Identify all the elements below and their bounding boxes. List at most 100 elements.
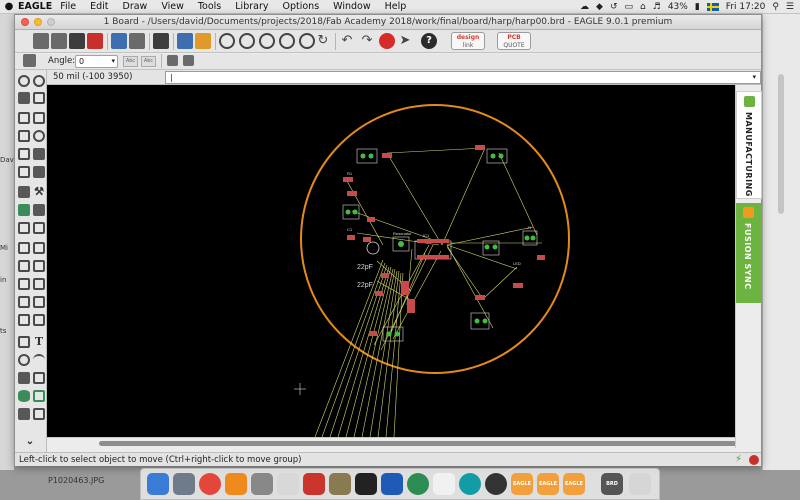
open-file-button[interactable] (33, 33, 49, 49)
move-icon[interactable] (18, 112, 30, 124)
menu-window[interactable]: Window (333, 1, 370, 12)
print-button[interactable] (69, 33, 85, 49)
horizontal-scrollbar[interactable] (47, 437, 751, 448)
fusion-sync-tab[interactable]: FUSION SYNC (736, 203, 762, 303)
move-group-icon[interactable] (167, 55, 178, 66)
fill-rectangle-icon[interactable] (18, 372, 30, 384)
lock-icon[interactable] (18, 222, 30, 234)
angle-select[interactable]: 0 ▾ (75, 55, 118, 68)
gimp-icon[interactable] (329, 473, 351, 495)
manufacturing-tab[interactable]: MANUFACTURING (736, 91, 762, 199)
design-link-button[interactable]: design link (451, 32, 485, 50)
smash-icon[interactable] (18, 336, 30, 348)
zoom-out-icon[interactable] (259, 33, 275, 49)
p3-icon[interactable] (485, 473, 507, 495)
move-options-icon[interactable] (183, 55, 194, 66)
eagle-icon[interactable]: EAGLE (537, 473, 559, 495)
eagle-icon[interactable]: EAGLE (563, 473, 585, 495)
preview-icon[interactable] (251, 473, 273, 495)
line-icon[interactable] (18, 278, 30, 290)
app-icon[interactable] (173, 473, 195, 495)
hole-icon[interactable] (18, 408, 30, 420)
app-icon[interactable] (277, 473, 299, 495)
dimension-icon[interactable] (33, 408, 45, 420)
battery-icon[interactable]: ▮ (695, 2, 700, 12)
atom-icon[interactable] (407, 473, 429, 495)
brd-document-icon[interactable]: BRD (601, 473, 623, 495)
app-icon[interactable] (381, 473, 403, 495)
close-button[interactable] (21, 18, 29, 26)
cam-processor-button[interactable] (87, 33, 103, 49)
zoom-button[interactable] (47, 18, 55, 26)
expand-palette-icon[interactable]: ⌄ (24, 436, 36, 448)
optimize-icon[interactable] (33, 222, 45, 234)
clock[interactable]: Fri 17:20 (726, 2, 766, 12)
volume-icon[interactable]: ♬ (653, 2, 661, 12)
menu-file[interactable]: File (60, 1, 76, 12)
trash-icon[interactable] (629, 473, 651, 495)
script-button[interactable] (177, 33, 193, 49)
slice-icon[interactable] (33, 296, 45, 308)
sublime-icon[interactable] (433, 473, 455, 495)
group-icon[interactable] (18, 148, 30, 160)
battery-percent[interactable]: 43% (668, 2, 688, 12)
stop-icon[interactable] (749, 455, 759, 465)
minimize-button[interactable] (34, 18, 42, 26)
time-machine-icon[interactable]: ↺ (610, 2, 618, 12)
mark-icon[interactable] (33, 92, 45, 104)
delete-icon[interactable] (18, 186, 30, 198)
menu-draw[interactable]: Draw (123, 1, 148, 12)
use-library-button[interactable] (129, 33, 145, 49)
redo-icon[interactable]: ↷ (359, 33, 375, 49)
info-icon[interactable] (18, 75, 30, 87)
ripup-icon[interactable] (18, 204, 30, 216)
mirror-toggle[interactable]: Abc (123, 56, 138, 67)
board-canvas[interactable]: 22pF 22pF Resonator R1 C1 IC1 LED J1 (47, 85, 735, 437)
menu-help[interactable]: Help (385, 1, 407, 12)
stop-button[interactable] (379, 33, 395, 49)
menu-library[interactable]: Library (235, 1, 268, 12)
route-icon[interactable] (18, 260, 30, 272)
circle-icon[interactable] (18, 354, 30, 366)
redraw-icon[interactable]: ↻ (315, 33, 331, 49)
command-line-input[interactable]: | ▾ (165, 71, 761, 84)
miter-icon[interactable] (18, 242, 30, 254)
via-icon[interactable] (33, 390, 45, 402)
zoom-to-fit-icon[interactable] (219, 33, 235, 49)
display-layers-icon[interactable] (18, 92, 30, 104)
save-button[interactable] (51, 33, 67, 49)
layers-button[interactable] (153, 33, 169, 49)
menu-tools[interactable]: Tools (198, 1, 221, 12)
arc-draw-icon[interactable] (33, 354, 45, 366)
zoom-previous-icon[interactable] (299, 33, 315, 49)
split-icon[interactable] (33, 166, 45, 178)
switch-to-schematic-button[interactable] (111, 33, 127, 49)
desktop-file-label[interactable]: P1020463.JPG (48, 476, 104, 485)
chrome-icon[interactable] (199, 473, 221, 495)
arduino-icon[interactable] (459, 473, 481, 495)
rectangle-icon[interactable] (18, 314, 30, 326)
eagle-icon[interactable]: EAGLE (511, 473, 533, 495)
terminal-icon[interactable] (355, 473, 377, 495)
meander-icon[interactable] (18, 296, 30, 308)
mirror-icon[interactable] (18, 130, 30, 142)
undo-icon[interactable]: ↶ (339, 33, 355, 49)
input-source-flag-icon[interactable] (706, 2, 719, 11)
spin-toggle[interactable]: Abc (141, 56, 156, 67)
apple-icon[interactable]: ● (0, 1, 18, 12)
spotlight-icon[interactable]: ⚲ (772, 2, 779, 12)
wifi-icon[interactable]: ⌂ (640, 2, 646, 12)
menu-options[interactable]: Options (282, 1, 319, 12)
autorouter-icon[interactable] (33, 260, 45, 272)
wrench-icon[interactable]: ⚒ (33, 186, 45, 198)
scrollbar-thumb[interactable] (99, 441, 751, 446)
notification-center-icon[interactable]: ☰ (786, 2, 794, 12)
rotate-cw-icon[interactable] (33, 130, 45, 142)
polygon-draw-icon[interactable] (33, 372, 45, 384)
menu-view[interactable]: View (161, 1, 184, 12)
zoom-in-icon[interactable] (239, 33, 255, 49)
cloud-icon[interactable]: ☁ (580, 2, 589, 12)
display-icon[interactable]: ▭ (625, 2, 634, 12)
app-menu[interactable]: EAGLE (18, 1, 52, 12)
title-bar[interactable]: 1 Board - /Users/david/Documents/project… (15, 15, 761, 30)
